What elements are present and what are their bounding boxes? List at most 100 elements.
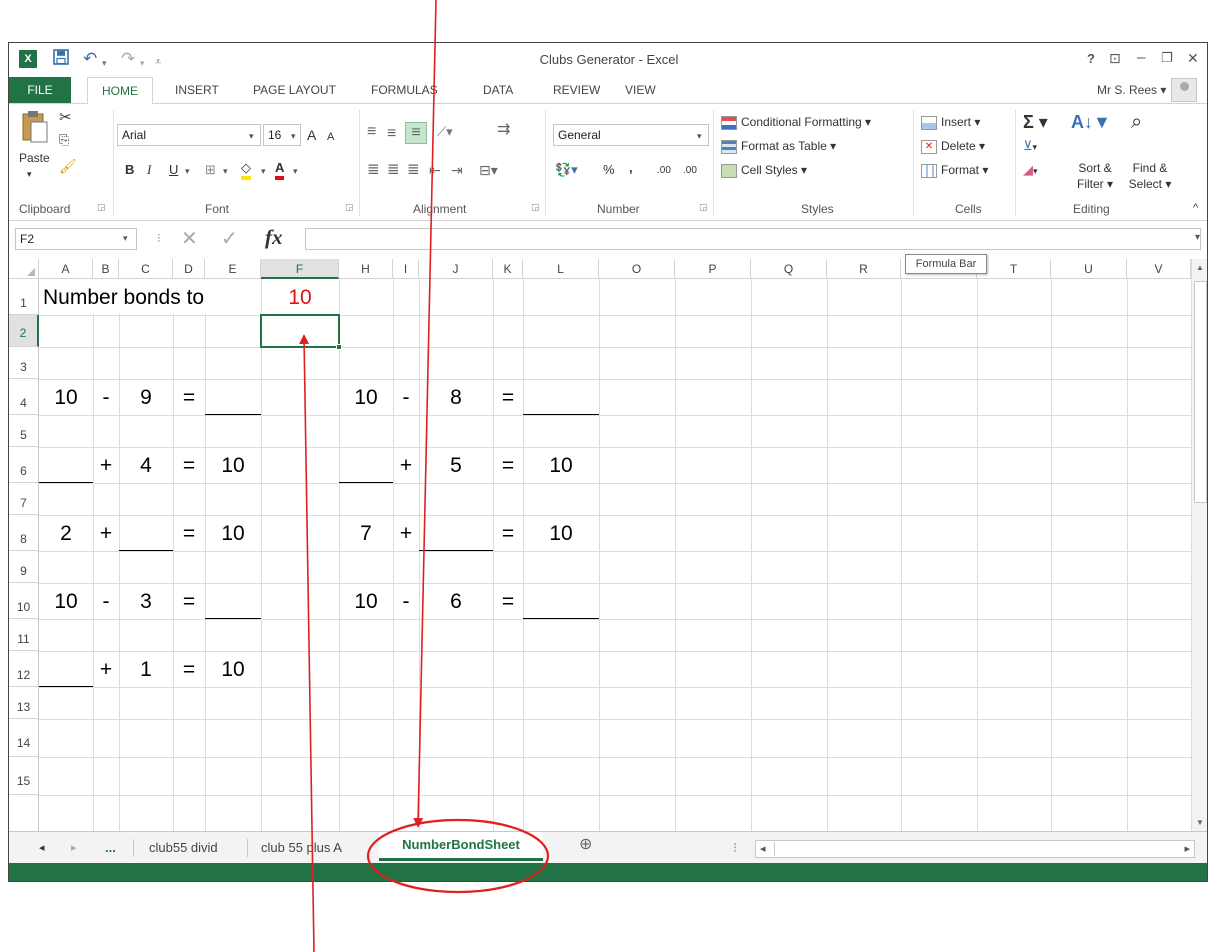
- align-left-icon[interactable]: ≣: [367, 160, 380, 180]
- row-header-2[interactable]: 2: [9, 315, 39, 347]
- column-header-e[interactable]: E: [205, 259, 261, 279]
- avatar[interactable]: [1171, 78, 1197, 102]
- cell-j6[interactable]: 5: [419, 449, 493, 483]
- sort-filter-icon[interactable]: A↓▼: [1071, 112, 1111, 132]
- column-header-t[interactable]: T: [977, 259, 1051, 279]
- ribbon-display-options-icon[interactable]: ⊡: [1109, 48, 1121, 68]
- tab-page-layout[interactable]: PAGE LAYOUT: [253, 81, 336, 99]
- tab-review[interactable]: REVIEW: [553, 81, 600, 99]
- align-middle-icon[interactable]: ≡: [387, 124, 396, 144]
- cell-d4[interactable]: =: [173, 381, 205, 415]
- cell-e8[interactable]: 10: [205, 517, 261, 551]
- font-name-dropdown-icon[interactable]: ▾: [249, 131, 254, 142]
- cell-a10[interactable]: 10: [39, 585, 93, 619]
- formula-bar-splitter-icon[interactable]: ⁝: [157, 231, 161, 245]
- autosum-button[interactable]: Σ ▾: [1023, 112, 1048, 132]
- cell-e12[interactable]: 10: [205, 653, 261, 687]
- scroll-left-icon[interactable]: ◂: [760, 842, 766, 855]
- align-top-icon[interactable]: ≡: [367, 122, 376, 142]
- cut-icon[interactable]: ✂: [59, 108, 72, 128]
- number-format-dropdown-icon[interactable]: ▾: [697, 131, 702, 142]
- cell-k10[interactable]: =: [493, 585, 523, 619]
- column-header-j[interactable]: J: [419, 259, 493, 279]
- font-size-dropdown-icon[interactable]: ▾: [291, 131, 296, 142]
- vertical-scrollbar[interactable]: ▲ ▼: [1191, 259, 1207, 831]
- tab-formulas[interactable]: FORMULAS: [371, 81, 438, 99]
- alignment-launcher-icon[interactable]: ◲: [531, 202, 540, 213]
- tab-file[interactable]: FILE: [9, 77, 71, 103]
- row-header-13[interactable]: 13: [9, 687, 39, 719]
- cell-b6[interactable]: +: [93, 449, 119, 483]
- column-header-b[interactable]: B: [93, 259, 119, 279]
- more-sheets-button[interactable]: ...: [105, 840, 116, 856]
- minimize-icon[interactable]: –: [1137, 48, 1145, 68]
- cell-b4[interactable]: -: [93, 381, 119, 415]
- sort-filter-button[interactable]: Sort & Filter ▾: [1067, 160, 1123, 192]
- tab-home[interactable]: HOME: [87, 77, 153, 104]
- align-center-icon[interactable]: ≣: [387, 160, 400, 180]
- cell-j4[interactable]: 8: [419, 381, 493, 415]
- cell-h10[interactable]: 10: [339, 585, 393, 619]
- cell-i6[interactable]: +: [393, 449, 419, 483]
- tab-insert[interactable]: INSERT: [175, 81, 219, 99]
- name-box-dropdown-icon[interactable]: ▾: [123, 233, 128, 244]
- format-as-table-button[interactable]: Format as Table ▾: [721, 138, 836, 154]
- cell-k6[interactable]: =: [493, 449, 523, 483]
- insert-function-button[interactable]: fx: [265, 225, 283, 250]
- cell-c4[interactable]: 9: [119, 381, 173, 415]
- column-header-k[interactable]: K: [493, 259, 523, 279]
- cell-a8[interactable]: 2: [39, 517, 93, 551]
- italic-button[interactable]: I: [147, 160, 151, 180]
- font-name-select[interactable]: Arial: [117, 124, 261, 146]
- worksheet-grid[interactable]: A B C D E F H I J K L O P Q R S T U V 1 …: [9, 259, 1191, 831]
- wrap-text-icon[interactable]: ⇉: [497, 120, 510, 140]
- cancel-icon[interactable]: ✕: [181, 226, 198, 251]
- row-header-6[interactable]: 6: [9, 447, 39, 483]
- underline-dropdown-icon[interactable]: ▾: [185, 166, 190, 177]
- cell-b10[interactable]: -: [93, 585, 119, 619]
- fill-button[interactable]: ⊻▾: [1023, 136, 1037, 157]
- cell-c6[interactable]: 4: [119, 449, 173, 483]
- expand-formula-bar-icon[interactable]: ▾: [1195, 232, 1200, 243]
- row-header-8[interactable]: 8: [9, 515, 39, 551]
- sheet-tab-numberbondsheet[interactable]: NumberBondSheet: [379, 832, 543, 861]
- column-header-h[interactable]: H: [339, 259, 393, 279]
- align-right-icon[interactable]: ≣: [407, 160, 420, 180]
- clipboard-launcher-icon[interactable]: ◲: [97, 202, 106, 213]
- sheet-tab-club-55-plus-a[interactable]: club 55 plus A: [261, 840, 342, 856]
- horizontal-scrollbar[interactable]: ◂ ▸: [755, 840, 1195, 858]
- collapse-ribbon-icon[interactable]: ^: [1193, 200, 1198, 216]
- column-header-r[interactable]: R: [827, 259, 901, 279]
- selected-cell-f2[interactable]: [260, 314, 340, 348]
- close-icon[interactable]: ✕: [1187, 48, 1199, 68]
- borders-dropdown-icon[interactable]: ▾: [223, 166, 228, 177]
- cell-d12[interactable]: =: [173, 653, 205, 687]
- enter-icon[interactable]: ✓: [221, 226, 238, 251]
- paste-button[interactable]: Paste: [19, 150, 50, 166]
- sheet-tab-club55-divid[interactable]: club55 divid: [149, 840, 218, 856]
- row-header-14[interactable]: 14: [9, 719, 39, 757]
- grow-font-button[interactable]: A: [307, 125, 316, 145]
- fill-color-icon[interactable]: ◇: [241, 158, 251, 180]
- increase-indent-icon[interactable]: ⇥: [451, 160, 463, 180]
- row-header-3[interactable]: 3: [9, 347, 39, 379]
- row-header-10[interactable]: 10: [9, 583, 39, 619]
- conditional-formatting-button[interactable]: Conditional Formatting ▾: [721, 114, 871, 130]
- tab-view[interactable]: VIEW: [625, 81, 656, 99]
- tab-splitter-icon[interactable]: ⁝: [733, 840, 737, 856]
- cell-i8[interactable]: +: [393, 517, 419, 551]
- column-header-l[interactable]: L: [523, 259, 599, 279]
- tab-data[interactable]: DATA: [483, 81, 513, 99]
- cell-e6[interactable]: 10: [205, 449, 261, 483]
- increase-decimal-button[interactable]: .00: [657, 161, 671, 181]
- find-select-button[interactable]: Find & Select ▾: [1123, 160, 1177, 192]
- row-header-5[interactable]: 5: [9, 415, 39, 447]
- name-box[interactable]: F2: [15, 228, 137, 250]
- bold-button[interactable]: B: [125, 160, 134, 180]
- decrease-decimal-button[interactable]: .00: [683, 161, 697, 181]
- cell-a4[interactable]: 10: [39, 381, 93, 415]
- new-sheet-icon[interactable]: ⊕: [579, 837, 592, 853]
- comma-button[interactable]: ,: [629, 158, 633, 178]
- row-header-15[interactable]: 15: [9, 757, 39, 795]
- help-icon[interactable]: ?: [1087, 49, 1095, 69]
